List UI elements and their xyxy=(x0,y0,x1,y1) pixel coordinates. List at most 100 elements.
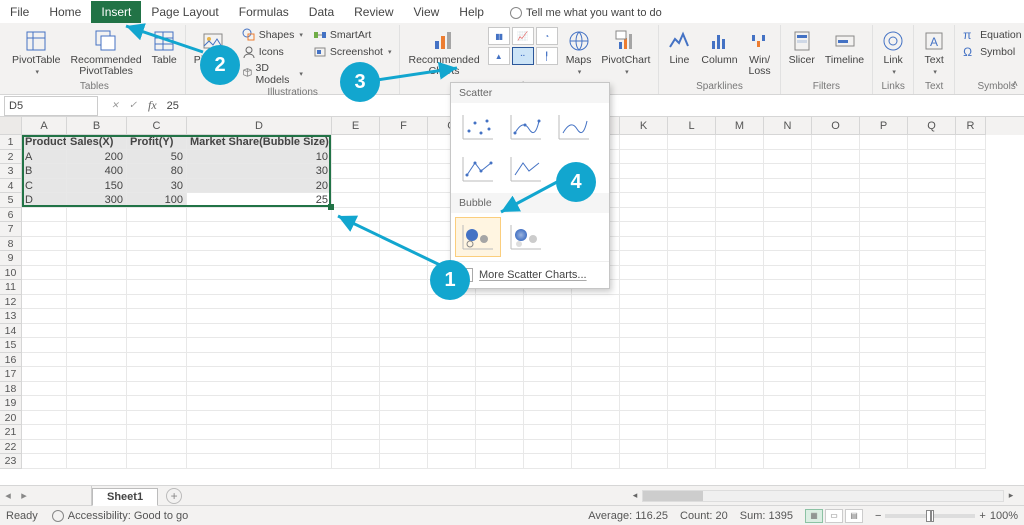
cell[interactable] xyxy=(812,251,860,266)
cell[interactable] xyxy=(668,266,716,281)
cell[interactable] xyxy=(22,367,67,382)
row-header[interactable]: 8 xyxy=(0,237,22,252)
cell[interactable] xyxy=(524,382,572,397)
cell[interactable] xyxy=(187,237,332,252)
cell[interactable] xyxy=(860,295,908,310)
cell[interactable] xyxy=(668,179,716,194)
cell[interactable] xyxy=(127,454,187,469)
bubble-chart[interactable] xyxy=(455,217,501,257)
cell[interactable] xyxy=(908,280,956,295)
cell[interactable] xyxy=(812,164,860,179)
cell[interactable]: Product xyxy=(22,135,67,150)
cell[interactable] xyxy=(764,266,812,281)
row-header[interactable]: 1 xyxy=(0,135,22,150)
cell[interactable] xyxy=(67,353,127,368)
cell[interactable] xyxy=(572,440,620,455)
cell[interactable] xyxy=(332,150,380,165)
cell[interactable] xyxy=(812,353,860,368)
cell[interactable] xyxy=(127,425,187,440)
fx-icon[interactable]: fx xyxy=(142,98,163,113)
row-header[interactable]: 10 xyxy=(0,266,22,281)
cell[interactable] xyxy=(668,295,716,310)
cell[interactable] xyxy=(572,324,620,339)
cell[interactable] xyxy=(332,164,380,179)
cell[interactable] xyxy=(764,338,812,353)
cell[interactable] xyxy=(860,353,908,368)
cell[interactable] xyxy=(812,324,860,339)
cell[interactable]: D xyxy=(22,193,67,208)
cell[interactable] xyxy=(860,396,908,411)
cell[interactable] xyxy=(22,237,67,252)
cell[interactable] xyxy=(764,208,812,223)
tab-review[interactable]: Review xyxy=(344,1,403,23)
cell[interactable] xyxy=(428,425,476,440)
col-header-l[interactable]: L xyxy=(668,117,716,135)
cell[interactable] xyxy=(668,164,716,179)
col-header-r[interactable]: R xyxy=(956,117,986,135)
cell[interactable] xyxy=(380,353,428,368)
cell[interactable] xyxy=(716,193,764,208)
cell[interactable] xyxy=(127,411,187,426)
cell[interactable] xyxy=(908,150,956,165)
cell[interactable] xyxy=(620,222,668,237)
cell[interactable] xyxy=(380,440,428,455)
cell[interactable] xyxy=(524,454,572,469)
cell[interactable] xyxy=(380,280,428,295)
tab-insert[interactable]: Insert xyxy=(91,1,141,23)
row-header[interactable]: 19 xyxy=(0,396,22,411)
cell[interactable] xyxy=(620,396,668,411)
cell[interactable] xyxy=(764,193,812,208)
cell[interactable] xyxy=(380,454,428,469)
line-chart-button[interactable] xyxy=(512,27,534,45)
cell[interactable] xyxy=(956,454,986,469)
cell[interactable] xyxy=(428,367,476,382)
cell[interactable]: 30 xyxy=(187,164,332,179)
tab-data[interactable]: Data xyxy=(299,1,344,23)
cell[interactable] xyxy=(908,295,956,310)
cell[interactable] xyxy=(908,164,956,179)
cell[interactable] xyxy=(67,208,127,223)
row-header[interactable]: 9 xyxy=(0,251,22,266)
name-box[interactable]: D5 xyxy=(4,96,98,116)
cell[interactable] xyxy=(908,222,956,237)
cell[interactable]: A xyxy=(22,150,67,165)
cell[interactable]: 200 xyxy=(67,150,127,165)
bar-chart-button[interactable] xyxy=(488,27,510,45)
cell[interactable] xyxy=(956,208,986,223)
cell[interactable] xyxy=(22,425,67,440)
cell[interactable] xyxy=(860,164,908,179)
page-layout-view-button[interactable]: ▭ xyxy=(825,509,843,523)
slicer-button[interactable]: Slicer xyxy=(787,27,817,68)
cell[interactable] xyxy=(620,237,668,252)
cell[interactable] xyxy=(380,324,428,339)
cell[interactable] xyxy=(668,222,716,237)
row-header[interactable]: 21 xyxy=(0,425,22,440)
cell[interactable] xyxy=(764,382,812,397)
cell[interactable] xyxy=(956,338,986,353)
row-header[interactable]: 6 xyxy=(0,208,22,223)
cell[interactable] xyxy=(620,135,668,150)
cancel-formula-button[interactable] xyxy=(106,97,124,115)
col-header-a[interactable]: A xyxy=(22,117,67,135)
cell[interactable] xyxy=(860,338,908,353)
cell[interactable] xyxy=(812,266,860,281)
cell[interactable] xyxy=(956,237,986,252)
row-header[interactable]: 2 xyxy=(0,150,22,165)
cell[interactable] xyxy=(67,266,127,281)
cell[interactable] xyxy=(668,367,716,382)
cell[interactable] xyxy=(476,425,524,440)
cell[interactable] xyxy=(572,367,620,382)
cell[interactable] xyxy=(127,251,187,266)
cell[interactable] xyxy=(22,280,67,295)
cell[interactable] xyxy=(476,324,524,339)
cell[interactable] xyxy=(716,135,764,150)
cell[interactable] xyxy=(428,382,476,397)
col-header-c[interactable]: C xyxy=(127,117,187,135)
cell[interactable] xyxy=(127,222,187,237)
cell[interactable] xyxy=(716,150,764,165)
cell[interactable] xyxy=(380,179,428,194)
cell[interactable] xyxy=(127,295,187,310)
symbol-button[interactable]: ΩSymbol xyxy=(961,44,1024,60)
cell[interactable] xyxy=(860,193,908,208)
cell[interactable] xyxy=(908,251,956,266)
